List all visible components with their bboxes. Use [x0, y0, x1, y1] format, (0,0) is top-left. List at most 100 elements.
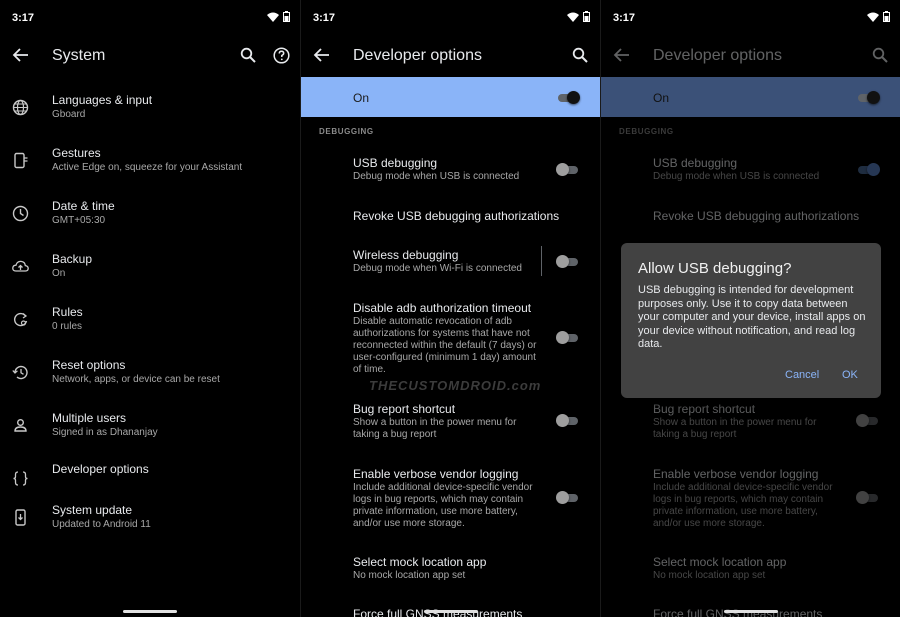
row-subtitle: Show a button in the power menu for taki…: [353, 417, 517, 440]
help-icon[interactable]: [273, 47, 290, 64]
setting-title: Backup: [52, 252, 93, 266]
usb-debugging-toggle: [856, 162, 880, 176]
mock-location-row: Select mock location app No mock locatio…: [601, 555, 900, 585]
globe-icon: [12, 99, 29, 116]
revoke-usb-auth-row[interactable]: Revoke USB debugging authorizations: [301, 209, 600, 225]
mock-location-row[interactable]: Select mock location app No mock locatio…: [301, 555, 600, 585]
row-subtitle: Show a button in the power menu for taki…: [653, 417, 817, 440]
row-title: Wireless debugging: [353, 248, 459, 262]
setting-rules[interactable]: Rules 0 rules: [0, 296, 300, 349]
verbose-logging-toggle: [856, 490, 880, 504]
revoke-usb-auth-row: Revoke USB debugging authorizations: [601, 209, 900, 225]
verbose-logging-row[interactable]: Enable verbose vendor logging Include ad…: [301, 467, 600, 531]
setting-subtitle: GMT+05:30: [52, 215, 106, 226]
clock-icon: [12, 205, 29, 222]
master-toggle[interactable]: [556, 90, 580, 104]
setting-title: Date & time: [52, 199, 115, 213]
row-subtitle: No mock location app set: [353, 570, 466, 581]
page-title: Developer options: [653, 47, 782, 64]
row-subtitle: Disable automatic revocation of adb auth…: [353, 316, 537, 375]
row-subtitle: Debug mode when Wi-Fi is connected: [353, 263, 522, 274]
app-bar: Developer options: [601, 36, 900, 76]
row-title: Enable verbose vendor logging: [353, 467, 519, 481]
status-bar: 3:17: [0, 0, 300, 36]
ok-button[interactable]: OK: [842, 369, 858, 381]
setting-subtitle: 0 rules: [52, 321, 83, 332]
adb-timeout-toggle[interactable]: [556, 330, 580, 344]
search-icon[interactable]: [572, 47, 588, 63]
watermark: THECUSTOMDROID.com: [369, 378, 542, 393]
search-icon[interactable]: [240, 47, 256, 63]
row-title: Bug report shortcut: [653, 402, 756, 416]
setting-title: Reset options: [52, 358, 126, 372]
adb-timeout-row[interactable]: Disable adb authorization timeout Disabl…: [301, 301, 600, 376]
verbose-logging-row: Enable verbose vendor logging Include ad…: [601, 467, 900, 531]
row-subtitle: Debug mode when USB is connected: [653, 171, 820, 182]
setting-title: Multiple users: [52, 411, 127, 425]
row-divider: [541, 246, 542, 276]
page-title: System: [52, 47, 106, 64]
history-icon: [12, 365, 28, 380]
dialog-body: USB debugging is intended for developmen…: [638, 284, 866, 351]
braces-icon: [13, 471, 28, 486]
row-title: USB debugging: [653, 156, 738, 170]
status-bar: 3:17: [601, 0, 900, 36]
search-icon: [872, 47, 888, 63]
verbose-logging-toggle[interactable]: [556, 490, 580, 504]
gesture-nav-handle[interactable]: [424, 610, 478, 613]
bug-report-row: Bug report shortcut Show a button in the…: [601, 402, 900, 442]
setting-title: Languages & input: [52, 93, 153, 107]
developer-options-dialog-screen: 3:17 Developer options On DEBUGGING USB …: [600, 0, 900, 617]
battery-icon: [883, 11, 890, 22]
master-switch-bar[interactable]: On: [301, 77, 600, 117]
usb-debugging-toggle[interactable]: [556, 162, 580, 176]
row-title: Revoke USB debugging authorizations: [353, 209, 560, 223]
row-subtitle: Debug mode when USB is connected: [353, 171, 520, 182]
setting-subtitle: Network, apps, or device can be reset: [52, 374, 220, 385]
row-subtitle: Include additional device-specific vendo…: [653, 482, 833, 529]
master-switch-label: On: [653, 91, 670, 105]
person-icon: [14, 419, 27, 432]
wireless-debugging-toggle[interactable]: [556, 254, 580, 268]
section-header: DEBUGGING: [319, 127, 374, 136]
back-arrow-icon: [613, 48, 629, 62]
bug-report-toggle[interactable]: [556, 413, 580, 427]
bug-report-toggle: [856, 413, 880, 427]
setting-multiple-users[interactable]: Multiple users Signed in as Dhananjay: [0, 402, 300, 455]
setting-backup[interactable]: Backup On: [0, 243, 300, 296]
gesture-nav-handle[interactable]: [123, 610, 177, 613]
master-switch-label: On: [353, 91, 370, 105]
status-time: 3:17: [613, 12, 636, 24]
wifi-icon: [867, 12, 879, 22]
back-arrow-icon[interactable]: [313, 46, 331, 64]
setting-system-update[interactable]: System update Updated to Android 11: [0, 494, 300, 547]
master-toggle: [856, 90, 880, 104]
wireless-debugging-row[interactable]: Wireless debugging Debug mode when Wi-Fi…: [301, 246, 600, 278]
gesture-nav-handle[interactable]: [724, 610, 778, 613]
bug-report-row[interactable]: Bug report shortcut Show a button in the…: [301, 402, 600, 442]
setting-gestures[interactable]: Gestures Active Edge on, squeeze for you…: [0, 137, 300, 190]
status-time: 3:17: [313, 12, 336, 24]
rules-icon: [14, 312, 28, 327]
cloud-upload-icon: [12, 260, 29, 272]
setting-subtitle: On: [52, 268, 66, 279]
battery-icon: [583, 11, 590, 22]
usb-debugging-row: USB debugging Debug mode when USB is con…: [601, 156, 900, 186]
cancel-button[interactable]: Cancel: [785, 369, 819, 381]
row-subtitle: No mock location app set: [653, 570, 766, 581]
developer-options-screen: 3:17 Developer options On DEBUGGING USB …: [300, 0, 600, 617]
setting-subtitle: Active Edge on, squeeze for your Assista…: [52, 162, 243, 173]
app-bar: System: [0, 36, 300, 76]
back-arrow-icon[interactable]: [12, 46, 30, 64]
setting-subtitle: Updated to Android 11: [52, 519, 151, 530]
usb-debugging-row[interactable]: USB debugging Debug mode when USB is con…: [301, 156, 600, 186]
row-subtitle: Include additional device-specific vendo…: [353, 482, 533, 529]
row-title: Select mock location app: [653, 555, 787, 569]
setting-title: Gestures: [52, 146, 101, 160]
wifi-icon: [267, 12, 279, 22]
setting-date-time[interactable]: Date & time GMT+05:30: [0, 190, 300, 243]
usb-debugging-dialog: Allow USB debugging? USB debugging is in…: [621, 243, 881, 398]
row-title: Bug report shortcut: [353, 402, 456, 416]
setting-reset[interactable]: Reset options Network, apps, or device c…: [0, 349, 300, 402]
setting-languages[interactable]: Languages & input Gboard: [0, 84, 300, 137]
